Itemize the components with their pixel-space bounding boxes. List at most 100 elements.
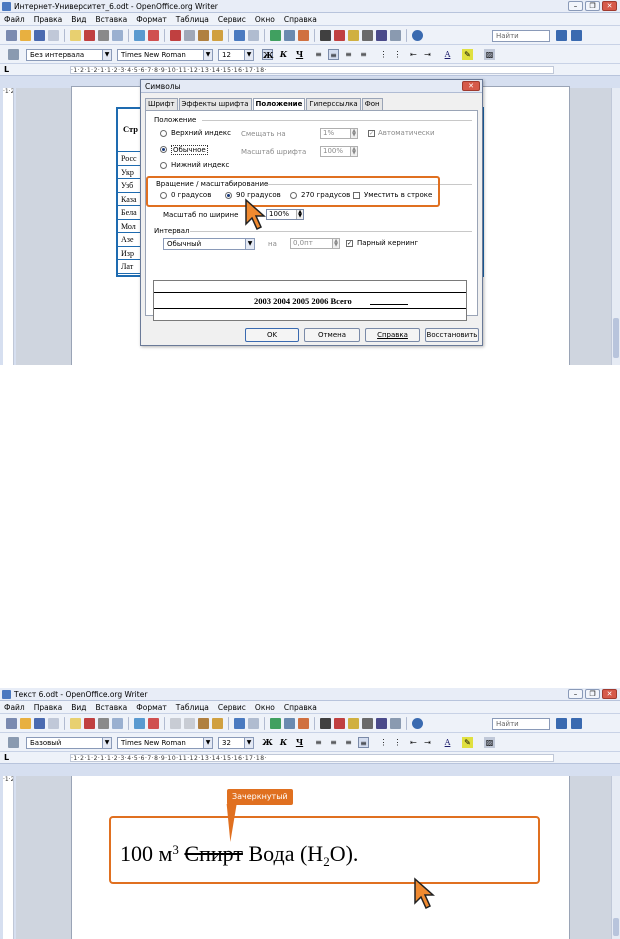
navigator-icon[interactable] xyxy=(334,29,345,41)
menu-help[interactable]: Справка xyxy=(284,701,317,713)
menu-window[interactable]: Окно xyxy=(255,701,275,713)
datasource-icon[interactable] xyxy=(362,717,373,729)
pair-kerning-checkbox[interactable]: ✓ xyxy=(346,240,353,247)
menu-edit[interactable]: Правка xyxy=(34,701,63,713)
print-icon[interactable] xyxy=(98,717,109,729)
decrease-indent-icon[interactable]: ⇤ xyxy=(408,49,419,60)
align-center-icon[interactable]: ≡ xyxy=(328,737,339,748)
menu-tools[interactable]: Сервис xyxy=(218,701,246,713)
menu-file[interactable]: Файл xyxy=(4,701,25,713)
table-icon[interactable] xyxy=(284,717,295,729)
justify-icon[interactable]: ≡ xyxy=(358,737,369,748)
ruler-scale[interactable]: ·1·2·1·2·1·1·2·3·4·5·6·7·8·9·10·11·12·13… xyxy=(70,66,554,74)
underline-button[interactable]: Ч xyxy=(294,737,305,748)
ok-button[interactable]: OK xyxy=(245,328,299,342)
find-prev-icon[interactable] xyxy=(571,718,582,729)
paste-icon[interactable] xyxy=(198,717,209,729)
copy-icon[interactable] xyxy=(184,29,195,41)
redo-icon[interactable] xyxy=(248,717,259,729)
decrease-indent-icon[interactable]: ⇤ xyxy=(408,737,419,748)
find-input[interactable]: Найти xyxy=(492,30,550,42)
numbering-icon[interactable]: ⋮ xyxy=(378,737,389,748)
background-color-icon[interactable]: ▨ xyxy=(484,49,495,60)
cut-icon[interactable] xyxy=(170,29,181,41)
close-button[interactable]: ✕ xyxy=(602,689,617,699)
new-icon[interactable] xyxy=(6,717,17,729)
find-prev-icon[interactable] xyxy=(571,30,582,41)
tab-font[interactable]: Шрифт xyxy=(145,98,178,110)
scale-width-field[interactable]: 100% ▲ ▼ xyxy=(266,209,304,220)
formatting-marks-icon[interactable] xyxy=(376,29,387,41)
edit-mode-icon[interactable] xyxy=(70,29,81,41)
styles-icon[interactable] xyxy=(8,49,19,60)
gallery-icon[interactable] xyxy=(348,29,359,41)
increase-indent-icon[interactable]: ⇥ xyxy=(422,49,433,60)
open-icon[interactable] xyxy=(20,717,31,729)
background-color-icon[interactable]: ▨ xyxy=(484,737,495,748)
tab-hyperlink[interactable]: Гиперссылка xyxy=(306,98,361,110)
redo-icon[interactable] xyxy=(248,29,259,41)
table-icon[interactable] xyxy=(284,29,295,41)
scrollbar-thumb[interactable] xyxy=(613,318,619,358)
menu-edit[interactable]: Правка xyxy=(34,13,63,25)
preview-icon[interactable] xyxy=(112,29,123,41)
spellcheck-icon[interactable] xyxy=(134,29,145,41)
menu-help[interactable]: Справка xyxy=(284,13,317,25)
spacing-select[interactable]: Обычный ▼ xyxy=(163,238,255,250)
copy-icon[interactable] xyxy=(184,717,195,729)
highlight-icon[interactable]: ✎ xyxy=(462,737,473,748)
justify-icon[interactable]: ≡ xyxy=(358,49,369,60)
formatting-marks-icon[interactable] xyxy=(376,717,387,729)
align-left-icon[interactable]: ≡ xyxy=(313,49,324,60)
save-icon[interactable] xyxy=(34,717,45,729)
zoom-icon[interactable] xyxy=(390,717,401,729)
dialog-close-button[interactable]: ✕ xyxy=(462,81,480,91)
autospell-icon[interactable] xyxy=(148,29,159,41)
paste-icon[interactable] xyxy=(198,29,209,41)
zoom-icon[interactable] xyxy=(390,29,401,41)
bold-button[interactable]: Ж xyxy=(262,737,273,748)
help-icon[interactable] xyxy=(412,717,423,729)
print-icon[interactable] xyxy=(98,29,109,41)
undo-icon[interactable] xyxy=(234,29,245,41)
autospell-icon[interactable] xyxy=(148,717,159,729)
bullets-icon[interactable]: ⋮ xyxy=(392,737,403,748)
navigator-icon[interactable] xyxy=(334,717,345,729)
increase-indent-icon[interactable]: ⇥ xyxy=(422,737,433,748)
cancel-button[interactable]: Отмена xyxy=(304,328,360,342)
menu-format[interactable]: Формат xyxy=(136,13,166,25)
find-next-icon[interactable] xyxy=(556,30,567,41)
format-paintbrush-icon[interactable] xyxy=(212,29,223,41)
draw-icon[interactable] xyxy=(298,29,309,41)
find-replace-icon[interactable] xyxy=(320,29,331,41)
vertical-scrollbar[interactable] xyxy=(611,776,620,939)
menu-insert[interactable]: Вставка xyxy=(96,701,128,713)
maximize-button[interactable]: ❐ xyxy=(585,1,600,11)
align-right-icon[interactable]: ≡ xyxy=(343,49,354,60)
menu-table[interactable]: Таблица xyxy=(176,701,209,713)
spacing-by-field[interactable]: 0,0пт ▲ ▼ xyxy=(290,238,340,249)
font-name-select[interactable]: Times New Roman ▼ xyxy=(117,737,213,749)
close-button[interactable]: ✕ xyxy=(602,1,617,11)
help-icon[interactable] xyxy=(412,29,423,41)
menu-file[interactable]: Файл xyxy=(4,13,25,25)
paragraph-style-select[interactable]: Базовый ▼ xyxy=(26,737,112,749)
draw-icon[interactable] xyxy=(298,717,309,729)
document-text[interactable]: 100 м3 Спирт Вода (Н2О). xyxy=(120,841,358,870)
tab-font-effects[interactable]: Эффекты шрифта xyxy=(178,98,252,110)
menu-view[interactable]: Вид xyxy=(71,701,86,713)
email-icon[interactable] xyxy=(48,29,59,41)
raise-lower-field[interactable]: 1% ▲ ▼ xyxy=(320,128,358,139)
pdf-icon[interactable] xyxy=(84,717,95,729)
font-name-select[interactable]: Times New Roman ▼ xyxy=(117,49,213,61)
save-icon[interactable] xyxy=(34,29,45,41)
tab-background[interactable]: Фон xyxy=(361,98,383,110)
reset-button[interactable]: Восстановить xyxy=(425,328,479,342)
hyperlink-icon[interactable] xyxy=(270,717,281,729)
menu-window[interactable]: Окно xyxy=(255,13,275,25)
find-input[interactable]: Найти xyxy=(492,718,550,730)
menu-view[interactable]: Вид xyxy=(71,13,86,25)
subscript-radio[interactable] xyxy=(160,162,167,169)
open-icon[interactable] xyxy=(20,29,31,41)
align-right-icon[interactable]: ≡ xyxy=(343,737,354,748)
